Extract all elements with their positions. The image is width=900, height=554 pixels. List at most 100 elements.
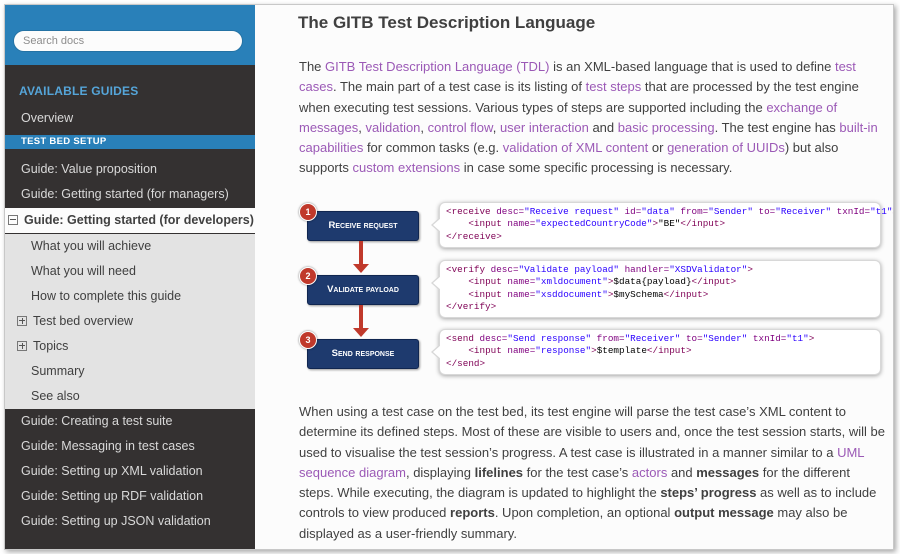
code-line: </send>	[446, 358, 880, 370]
sidebar-item-summary[interactable]: Summary	[5, 359, 255, 384]
code-token: </input>	[691, 276, 737, 288]
code-token: txnId=	[831, 206, 871, 217]
step-number-badge: 2	[299, 267, 317, 285]
code-snippet-receive-request: <receive desc="Receive request" id="data…	[431, 202, 893, 248]
link-validation[interactable]: validation	[365, 120, 420, 135]
code-token: "Receive request"	[524, 206, 619, 217]
code-token: <input	[468, 276, 508, 288]
sidebar-item-label: Test bed overview	[33, 314, 134, 328]
down-arrow-icon	[353, 305, 369, 337]
sidebar-item-label: Guide: Getting started (for developers)	[24, 213, 254, 227]
step-validate-payload-box: Validate payload	[307, 275, 419, 305]
code-token: >	[808, 333, 815, 344]
sidebar-item-guide-setting-up-xml-validation[interactable]: Guide: Setting up XML validation	[5, 459, 255, 484]
code-token: "Receiver"	[775, 206, 832, 217]
code-token: to=	[752, 206, 776, 217]
code-token: </receive>	[446, 230, 502, 242]
link-custom-extensions[interactable]: custom extensions	[352, 160, 460, 175]
sidebar-item-guide-creating-a-test-suite[interactable]: Guide: Creating a test suite	[5, 409, 255, 434]
code-token: name=	[507, 288, 536, 300]
sidebar-item-label: Guide: Setting up JSON validation	[21, 514, 211, 528]
search-area	[5, 5, 255, 65]
text: and	[588, 119, 618, 135]
link-actors[interactable]: actors	[632, 465, 667, 480]
code-line: <input name="xmldocument">$data{payload}…	[446, 276, 880, 288]
sidebar-item-guide-setting-up-rdf-validation[interactable]: Guide: Setting up RDF validation	[5, 484, 255, 509]
code-token: "Send response"	[507, 333, 592, 344]
code-token: >	[892, 206, 893, 217]
step-number-badge: 3	[299, 331, 317, 349]
sidebar-item-overview[interactable]: Overview	[5, 106, 255, 131]
collapse-icon[interactable]	[8, 214, 18, 225]
sidebar-item-guide-messaging-in-test-cases[interactable]: Guide: Messaging in test cases	[5, 434, 255, 459]
link-gitb-test-description-language-tdl[interactable]: GITB Test Description Language (TDL)	[325, 59, 549, 74]
main-content: The GITB Test Description Language The G…	[255, 5, 893, 549]
sidebar-item-label: Topics	[33, 339, 69, 353]
search-input[interactable]	[13, 30, 243, 52]
text: for common tasks (e.g.	[363, 140, 503, 156]
sidebar-item-guide-setting-up-json-validation[interactable]: Guide: Setting up JSON validation	[5, 509, 255, 534]
sidebar-item-label: Guide: Setting up XML validation	[21, 464, 203, 478]
expand-icon[interactable]	[17, 340, 27, 351]
code-token: </input>	[646, 345, 692, 357]
code-token: txnId=	[747, 333, 787, 344]
link-control-flow[interactable]: control flow	[428, 120, 493, 135]
code-line: <input name="response">$template</input>	[446, 345, 880, 357]
code-token: to=	[680, 333, 703, 344]
sidebar-item-label: What you will achieve	[31, 239, 152, 253]
intro-paragraph: The GITB Test Description Language (TDL)…	[299, 57, 885, 179]
step-label: Send response	[331, 348, 395, 359]
code-token: "Sender"	[702, 333, 748, 344]
code-token: "Sender"	[708, 206, 753, 217]
code-token: "Receiver"	[624, 333, 681, 344]
bold-text: reports	[450, 505, 495, 521]
code-token: from=	[674, 206, 709, 217]
code-token: <verify	[446, 264, 491, 275]
sidebar-item-test-bed-overview[interactable]: Test bed overview	[5, 309, 255, 334]
down-arrow-icon	[353, 241, 369, 273]
code-token: <input	[468, 218, 508, 230]
code-token: </verify>	[446, 300, 497, 312]
bold-text: messages	[696, 464, 760, 480]
code-token: </send>	[446, 357, 486, 369]
link-generation-of-uuids[interactable]: generation of UUIDs	[667, 140, 785, 155]
text: , displaying	[405, 464, 475, 480]
sidebar-item-guide-getting-started-for-managers[interactable]: Guide: Getting started (for managers)	[5, 182, 255, 207]
code-token: name=	[507, 218, 536, 230]
sidebar-item-guide-getting-started-for-developers[interactable]: Guide: Getting started (for developers)	[5, 208, 255, 233]
link-validation-of-xml-content[interactable]: validation of XML content	[503, 140, 649, 155]
sidebar-item-guide-value-proposition[interactable]: Guide: Value proposition	[5, 157, 255, 182]
sidebar-item-topics[interactable]: Topics	[5, 334, 255, 359]
code-token: desc=	[490, 264, 519, 275]
text: ,	[420, 119, 428, 135]
link-test-steps[interactable]: test steps	[586, 79, 642, 94]
code-line: <input name="xsddocument">$mySchema</inp…	[446, 289, 880, 301]
code-token: name=	[507, 276, 536, 288]
sidebar-item-what-you-will-need[interactable]: What you will need	[5, 259, 255, 284]
page-title: The GITB Test Description Language	[298, 13, 596, 32]
sidebar-item-how-to-complete-this-guide[interactable]: How to complete this guide	[5, 284, 255, 309]
text: . The test engine has	[714, 119, 840, 135]
code-line: <input name="expectedCountryCode">"BE"</…	[446, 218, 880, 230]
code-token: name=	[507, 345, 536, 357]
sidebar-item-label: Guide: Value proposition	[21, 162, 157, 176]
code-token: "t1"	[870, 206, 893, 217]
browser-frame: AVAILABLE GUIDES Overview TEST BED SETUP G…	[4, 4, 894, 550]
code-token: "data"	[641, 206, 675, 217]
link-basic-processing[interactable]: basic processing	[618, 120, 715, 135]
code-token: "t1"	[786, 333, 809, 344]
code-token: "XSDValidator"	[669, 264, 748, 275]
text: When using a test case on the test bed, …	[299, 404, 886, 460]
code-token: $mySchema	[613, 288, 664, 300]
sidebar-item-what-you-will-achieve[interactable]: What you will achieve	[5, 234, 255, 259]
link-user-interaction[interactable]: user interaction	[500, 120, 589, 135]
sidebar-item-see-also[interactable]: See also	[5, 384, 255, 409]
nav-caption: AVAILABLE GUIDES	[19, 84, 139, 98]
expand-icon[interactable]	[17, 315, 27, 326]
tdl-diagram: Receive request 1 <receive desc="Receive r…	[299, 193, 893, 383]
step-label: Receive request	[328, 220, 398, 231]
step-receive-request-box: Receive request	[307, 211, 419, 241]
sidebar-item-label: Overview	[21, 111, 74, 125]
